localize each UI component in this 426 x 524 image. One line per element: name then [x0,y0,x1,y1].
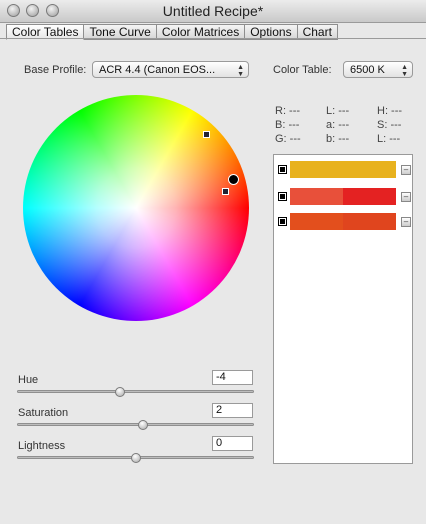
remove-swatch-button[interactable]: – [401,192,411,202]
list-item[interactable]: – [274,161,414,179]
readout-h: H: --- [377,105,403,117]
color-table-label: Color Table: [273,64,332,76]
updown-arrows-icon: ▲ ▼ [237,64,244,78]
lightness-input[interactable]: 0 [212,436,253,451]
hsl-readout: H: --- S: --- L: --- [377,104,402,146]
window-title: Untitled Recipe* [162,3,264,19]
lab-readout: L: --- a: --- b: --- [326,104,349,146]
readout-l: L: --- [326,105,350,117]
swatch-checkbox[interactable] [278,165,287,174]
list-item[interactable]: – [274,188,414,206]
base-profile-value: ACR 4.4 (Canon EOS... [99,64,216,76]
color-wheel[interactable] [23,95,249,321]
list-item[interactable]: – [274,213,414,231]
base-profile-select[interactable]: ACR 4.4 (Canon EOS... ▲ ▼ [92,61,249,78]
hue-label: Hue [18,374,39,386]
lightness-slider-knob[interactable] [131,453,141,463]
swatch-color-bar[interactable] [290,188,396,205]
readout-r: R: --- [275,105,301,117]
color-wheel-saturation-overlay [23,95,249,321]
readout-s: S: --- [377,119,402,131]
swatch-checkbox[interactable] [278,192,287,201]
saturation-input[interactable]: 2 [212,403,253,418]
title-bar: Untitled Recipe* [0,0,426,23]
readout-g: G: --- [275,133,301,145]
saturation-label: Saturation [18,407,69,419]
wheel-marker[interactable] [222,188,229,195]
base-profile-label: Base Profile: [24,64,87,76]
swatch-color-bar[interactable] [290,161,396,178]
readout-b: B: --- [275,119,300,131]
hue-slider-track[interactable] [17,390,254,393]
updown-arrows-icon: ▲ ▼ [401,64,408,78]
color-table-value: 6500 K [350,64,385,76]
wheel-marker[interactable] [203,131,210,138]
readout-a: a: --- [326,119,350,131]
hue-slider-knob[interactable] [115,387,125,397]
tab-divider [0,38,426,39]
saturation-slider-track[interactable] [17,423,254,426]
rgb-readout: R: --- B: --- G: --- [275,104,301,146]
swatch-color-bar[interactable] [290,213,396,230]
wheel-selected-point[interactable] [228,174,239,185]
lightness-label: Lightness [18,440,66,452]
swatch-checkbox[interactable] [278,217,287,226]
hue-input[interactable]: -4 [212,370,253,385]
remove-swatch-button[interactable]: – [401,217,411,227]
color-table-select[interactable]: 6500 K ▲ ▼ [343,61,413,78]
remove-swatch-button[interactable]: – [401,165,411,175]
tab-bar: Color Tables Tone Curve Color Matrices O… [6,24,338,40]
readout-l-hsl: L: --- [377,133,401,145]
color-swatch-list: – – – [273,154,413,464]
saturation-slider-knob[interactable] [138,420,148,430]
readout-b-lab: b: --- [326,133,350,145]
